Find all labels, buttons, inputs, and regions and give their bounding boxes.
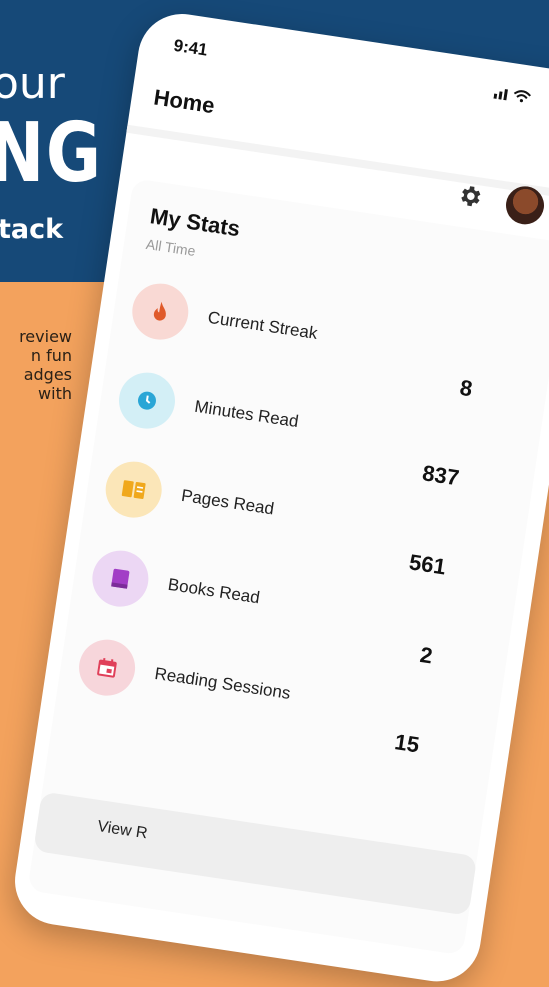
promo-body-line: review bbox=[19, 327, 72, 346]
stat-label: Pages Read bbox=[179, 485, 276, 519]
stat-label: Books Read bbox=[166, 574, 262, 608]
stat-value: 8 bbox=[458, 374, 475, 402]
promo-body-line: n fun bbox=[30, 346, 72, 365]
promo-line-2: NG bbox=[0, 106, 103, 201]
stats-title: My Stats bbox=[148, 203, 242, 242]
book-icon bbox=[88, 546, 153, 611]
stat-value: 2 bbox=[418, 641, 435, 669]
flame-icon bbox=[128, 279, 193, 344]
stat-label: Minutes Read bbox=[193, 396, 300, 432]
status-time: 9:41 bbox=[172, 35, 209, 60]
stat-label: Reading Sessions bbox=[153, 663, 292, 703]
promo-line-3: tack bbox=[0, 214, 64, 245]
promo-body-line: adges bbox=[23, 365, 72, 384]
view-button-label: View R bbox=[96, 818, 149, 843]
promo-body-line: with bbox=[38, 384, 72, 403]
promo-line-1: our bbox=[0, 58, 65, 109]
stat-value: 561 bbox=[407, 549, 448, 580]
stat-value: 15 bbox=[392, 729, 421, 758]
stat-value: 837 bbox=[420, 460, 461, 491]
stats-card: My Stats All Time Current Streak 8 Minut… bbox=[27, 178, 549, 956]
gear-icon[interactable] bbox=[455, 181, 485, 211]
calendar-icon bbox=[75, 635, 139, 700]
signal-wifi-icon bbox=[493, 85, 535, 108]
view-button[interactable]: View R bbox=[33, 791, 478, 916]
page-title: Home bbox=[152, 84, 217, 119]
promo-body: review n fun adges with bbox=[0, 327, 80, 403]
stats-subtitle: All Time bbox=[144, 235, 197, 260]
clock-icon bbox=[115, 368, 179, 433]
book-open-icon bbox=[101, 457, 166, 522]
stat-label: Current Streak bbox=[206, 307, 319, 343]
